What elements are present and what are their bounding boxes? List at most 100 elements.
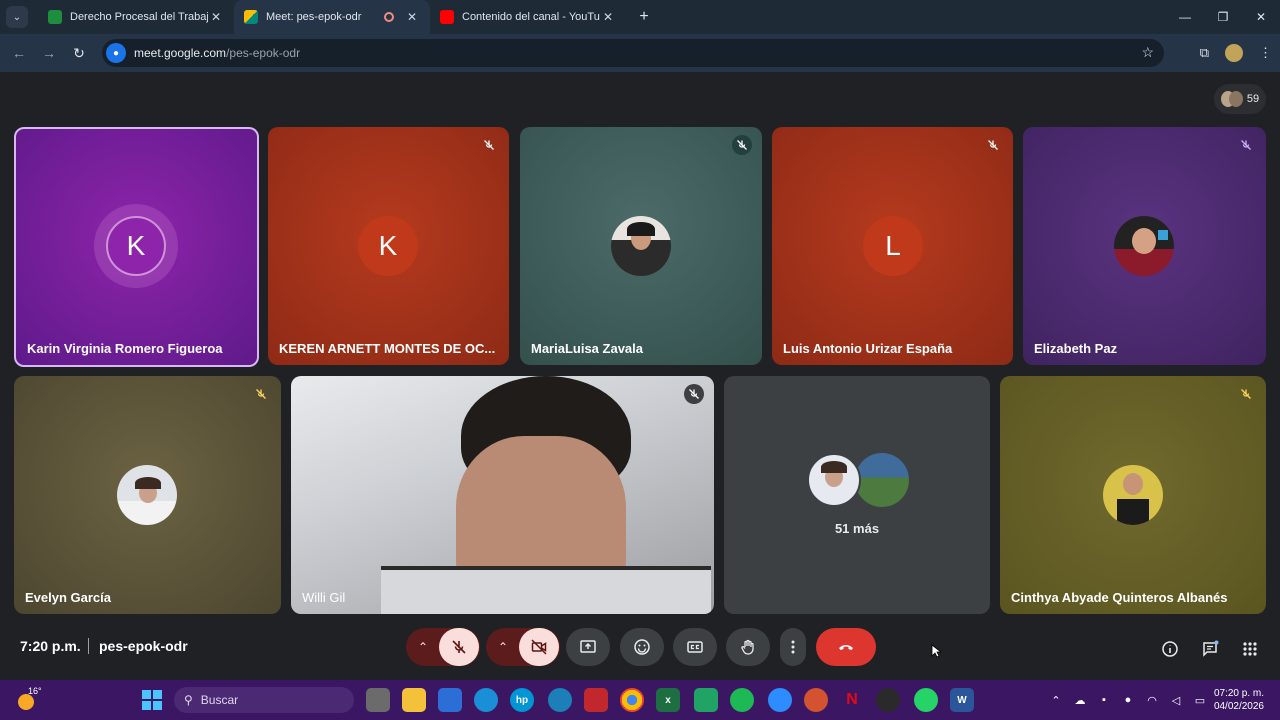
close-window-icon[interactable]: ✕	[1242, 0, 1280, 34]
participant-tile[interactable]: K Karin Virginia Romero Figueroa	[14, 127, 259, 367]
participant-tile[interactable]: Evelyn García	[14, 376, 281, 614]
weather-widget[interactable]: 16°	[16, 686, 42, 712]
file-explorer-icon[interactable]	[402, 688, 426, 712]
app-icon[interactable]	[876, 688, 900, 712]
more-options-button[interactable]	[780, 628, 806, 666]
bookmark-star-icon[interactable]: ☆	[1141, 44, 1154, 61]
wifi-icon[interactable]: ◠	[1140, 694, 1164, 707]
participant-name: Elizabeth Paz	[1034, 341, 1118, 356]
hp-icon[interactable]: hp	[510, 688, 534, 712]
extensions-icon[interactable]: ⧉	[1200, 45, 1209, 61]
present-icon	[580, 640, 596, 653]
avatar-photo	[855, 453, 909, 507]
mouse-cursor-icon	[931, 644, 941, 658]
tab-derecho-procesal[interactable]: Derecho Procesal del Trabajo I ✕	[38, 0, 234, 34]
mic-off-icon	[684, 384, 704, 404]
system-tray: ⌃ ☁ ▪ ● ◠ ◁ ▭ 07:20 p. m. 04/02/2026	[1044, 680, 1280, 720]
new-tab-button[interactable]: +	[632, 8, 656, 26]
address-bar[interactable]: ● meet.google.com/pes-epok-odr ☆	[102, 39, 1164, 67]
powerpoint-icon[interactable]	[804, 688, 828, 712]
avatar-letter: K	[358, 216, 418, 276]
close-tab-icon[interactable]: ✕	[208, 10, 224, 24]
system-clock[interactable]: 07:20 p. m. 04/02/2026	[1212, 687, 1280, 713]
video-shirt	[381, 566, 711, 614]
battery-icon[interactable]: ▭	[1188, 694, 1212, 707]
app-icon[interactable]	[584, 688, 608, 712]
leave-call-button[interactable]	[816, 628, 876, 666]
raise-hand-button[interactable]	[726, 628, 770, 666]
mic-off-icon	[732, 135, 752, 155]
whatsapp-icon[interactable]	[914, 688, 938, 712]
profile-avatar[interactable]	[1225, 44, 1243, 62]
tab-youtube[interactable]: Contenido del canal - YouTube ✕	[430, 0, 626, 34]
avatar-photo	[611, 216, 671, 276]
zoom-icon[interactable]	[768, 688, 792, 712]
app-icon[interactable]	[548, 688, 572, 712]
word-icon[interactable]: W	[950, 688, 974, 712]
avatar-photo	[1114, 216, 1174, 276]
avatar-letter: K	[106, 216, 166, 276]
microphone-icon[interactable]: ●	[106, 43, 126, 63]
tab-search-button[interactable]: ⌄	[6, 6, 28, 28]
tab-meet[interactable]: Meet: pes-epok-odr ✕	[234, 0, 430, 34]
participant-tile[interactable]: Elizabeth Paz	[1023, 127, 1266, 365]
menu-icon[interactable]: ⋮	[1259, 45, 1272, 61]
spotify-icon[interactable]	[730, 688, 754, 712]
participant-tile[interactable]: MariaLuisa Zavala	[520, 127, 762, 365]
volume-icon[interactable]: ◁	[1164, 694, 1188, 707]
maximize-icon[interactable]: ❐	[1204, 0, 1242, 34]
chevron-up-icon[interactable]: ⌃	[1044, 694, 1068, 707]
participants-chip[interactable]: 59	[1214, 84, 1266, 114]
close-tab-icon[interactable]: ✕	[600, 10, 616, 24]
mic-off-icon	[251, 384, 271, 404]
mic-off-icon	[983, 135, 1003, 155]
reload-icon[interactable]: ↻	[64, 45, 94, 62]
chat-button[interactable]	[1199, 638, 1221, 660]
participant-tile[interactable]: K KEREN ARNETT MONTES DE OC...	[268, 127, 509, 365]
meeting-details-button[interactable]	[1159, 638, 1181, 660]
microphone-control: ⌃	[406, 628, 480, 666]
task-view-icon[interactable]	[366, 688, 390, 712]
present-screen-button[interactable]	[566, 628, 610, 666]
close-tab-icon[interactable]: ✕	[404, 10, 420, 24]
captions-icon	[687, 641, 703, 653]
forward-icon[interactable]: →	[34, 45, 64, 61]
start-button[interactable]	[142, 690, 162, 710]
browser-toolbar: ← → ↻ ● meet.google.com/pes-epok-odr ☆ ⧉…	[0, 34, 1280, 72]
back-icon[interactable]: ←	[4, 45, 34, 61]
reactions-button[interactable]	[620, 628, 664, 666]
netflix-icon[interactable]: N	[840, 688, 864, 712]
more-vert-icon	[791, 640, 795, 654]
chrome-icon[interactable]	[620, 688, 644, 712]
captions-button[interactable]	[673, 628, 717, 666]
search-icon: ⚲	[184, 693, 193, 707]
participant-name: Karin Virginia Romero Figueroa	[27, 341, 223, 356]
app-tray-icon[interactable]: ▪	[1092, 694, 1116, 706]
mic-options-chevron-icon[interactable]: ⌃	[407, 640, 439, 654]
excel-icon[interactable]: x	[656, 688, 680, 712]
participant-name: Willi Gil	[302, 590, 346, 605]
tab-title: Contenido del canal - YouTube	[462, 11, 600, 23]
participant-name: Cinthya Abyade Quinteros Albanés	[1011, 590, 1228, 605]
camera-control: ⌃	[486, 628, 560, 666]
temperature: 16°	[28, 686, 42, 696]
store-icon[interactable]	[438, 688, 462, 712]
more-participants-tile[interactable]: 51 más	[724, 376, 990, 614]
taskbar-search[interactable]: ⚲ Buscar	[174, 687, 354, 713]
avatar-photo	[1103, 465, 1163, 525]
participant-tile[interactable]: Cinthya Abyade Quinteros Albanés	[1000, 376, 1266, 614]
participant-name: Evelyn García	[25, 590, 111, 605]
participant-video-tile[interactable]: Willi Gil	[291, 376, 714, 614]
app-icon[interactable]	[694, 688, 718, 712]
minimize-icon[interactable]: —	[1166, 0, 1204, 34]
cloud-icon[interactable]: ☁	[1068, 694, 1092, 707]
camera-options-chevron-icon[interactable]: ⌃	[487, 640, 519, 654]
participant-tile[interactable]: L Luis Antonio Urizar España	[772, 127, 1013, 365]
mic-toggle-button[interactable]	[439, 628, 479, 666]
microphone-icon[interactable]: ●	[1116, 694, 1140, 706]
clock-time: 07:20 p. m.	[1213, 688, 1264, 699]
activities-button[interactable]	[1239, 638, 1261, 660]
mic-off-icon	[1236, 384, 1256, 404]
camera-toggle-button[interactable]	[519, 628, 559, 666]
edge-icon[interactable]	[474, 688, 498, 712]
